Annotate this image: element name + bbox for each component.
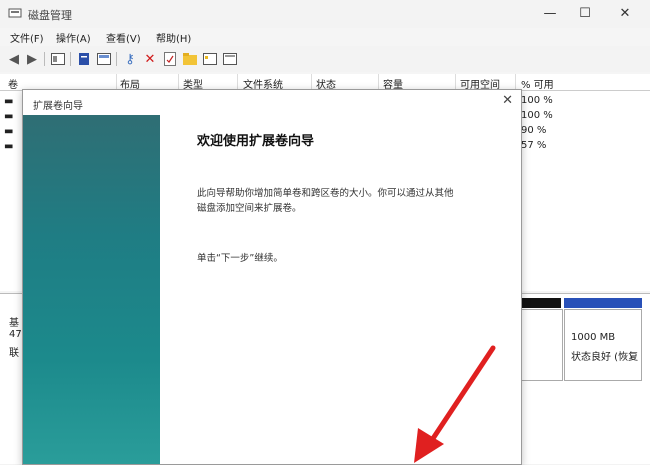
column-separator: [378, 74, 379, 90]
partition-size: 1000 MB: [571, 332, 616, 343]
settings-window-icon[interactable]: [222, 51, 238, 67]
wizard-banner-image: [23, 115, 160, 464]
volume-row-marker[interactable]: ▬: [4, 96, 13, 107]
menu-help[interactable]: 帮助(H): [156, 30, 191, 45]
properties-icon[interactable]: [96, 51, 112, 67]
volume-row-marker[interactable]: ▬: [4, 111, 13, 122]
disk-label-line: 47: [9, 329, 22, 340]
recovery-partition-block[interactable]: 1000 MB 状态良好 (恢复: [564, 309, 642, 381]
window-title: 磁盘管理: [28, 9, 72, 22]
partition-status: 状态良好 (恢复: [571, 352, 639, 363]
column-separator: [116, 74, 117, 90]
percent-free-cell: 100 %: [521, 110, 553, 121]
percent-free-cell: 100 %: [521, 95, 553, 106]
column-separator: [311, 74, 312, 90]
title-bar: 磁盘管理 — ☐ ✕: [0, 0, 650, 28]
console-tree-icon[interactable]: [50, 51, 66, 67]
delete-x-icon[interactable]: ✕: [142, 51, 158, 67]
toolbar-separator: [70, 52, 71, 66]
menu-bar: 文件(F) 操作(A) 查看(V) 帮助(H): [0, 28, 650, 46]
minimize-button[interactable]: —: [535, 2, 565, 26]
volume-row-marker[interactable]: ▬: [4, 126, 13, 137]
column-separator: [455, 74, 456, 90]
maximize-button[interactable]: ☐: [570, 2, 600, 26]
annotation-arrow-icon: [414, 345, 496, 463]
new-window-icon[interactable]: [202, 51, 218, 67]
folder-icon[interactable]: [182, 51, 198, 67]
unallocated-bar: [521, 298, 561, 308]
check-document-icon[interactable]: [162, 51, 178, 67]
disk-management-app-icon: [8, 8, 22, 18]
menu-file[interactable]: 文件(F): [10, 30, 44, 45]
percent-free-cell: 90 %: [521, 125, 547, 136]
dialog-close-icon[interactable]: ✕: [502, 93, 513, 108]
connect-key-icon[interactable]: ⚷: [122, 51, 138, 67]
column-separator: [515, 74, 516, 90]
primary-partition-bar: [564, 298, 642, 308]
column-percent-free[interactable]: % 可用: [521, 76, 554, 91]
forward-arrow-icon[interactable]: ▶: [24, 51, 40, 67]
help-book-icon[interactable]: [76, 51, 92, 67]
column-separator: [237, 74, 238, 90]
column-volume[interactable]: 卷: [8, 76, 18, 91]
column-separator: [178, 74, 179, 90]
wizard-description-line: 磁盘添加空间来扩展卷。: [197, 203, 302, 214]
wizard-instruction: 单击“下一步”继续。: [197, 253, 283, 264]
toolbar: ◀ ▶ ⚷ ✕: [0, 46, 650, 72]
disk-label-line: 联: [9, 348, 19, 359]
back-arrow-icon[interactable]: ◀: [6, 51, 22, 67]
menu-action[interactable]: 操作(A): [56, 30, 91, 45]
wizard-heading: 欢迎使用扩展卷向导: [197, 134, 315, 149]
percent-free-cell: 57 %: [521, 140, 547, 151]
wizard-description-line: 此向导帮助你增加简单卷和跨区卷的大小。你可以通过从其他: [197, 188, 454, 199]
dialog-title: 扩展卷向导: [33, 101, 83, 112]
toolbar-separator: [44, 52, 45, 66]
partition-block[interactable]: [521, 309, 563, 381]
toolbar-separator: [116, 52, 117, 66]
volume-row-marker[interactable]: ▬: [4, 141, 13, 152]
disk-label-line: 基: [9, 318, 19, 329]
menu-view[interactable]: 查看(V): [106, 30, 141, 45]
close-button[interactable]: ✕: [610, 2, 640, 26]
